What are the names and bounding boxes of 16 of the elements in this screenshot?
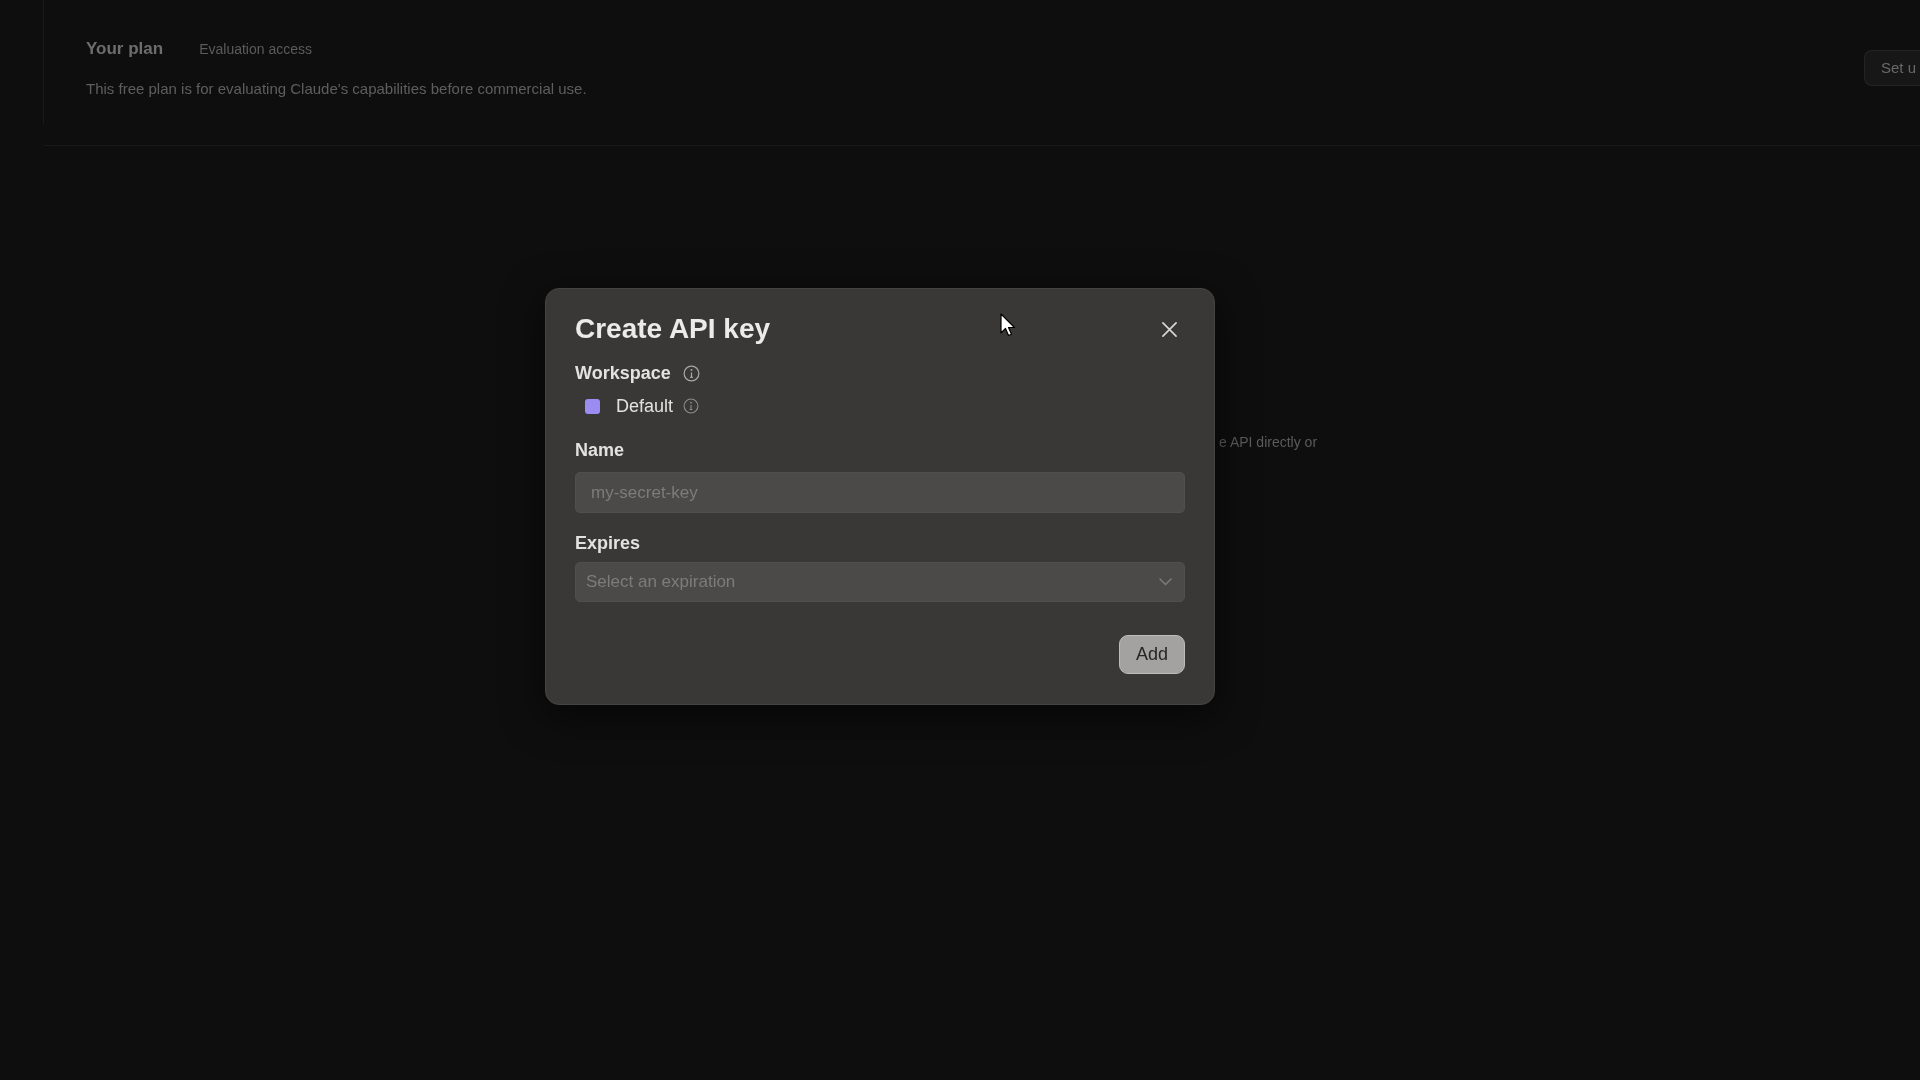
field-label: Expires bbox=[575, 532, 641, 555]
mouse-pointer-icon bbox=[1000, 313, 1016, 337]
add-button[interactable]: Add bbox=[1119, 635, 1185, 674]
setup-button[interactable]: Set u bbox=[1863, 50, 1920, 86]
background-text: e API directly or bbox=[1219, 434, 1318, 450]
info-icon bbox=[682, 364, 700, 382]
plan-access-text: Evaluation access bbox=[199, 40, 312, 59]
workspace-label: Workspace bbox=[575, 361, 671, 385]
chevron-down-icon bbox=[1159, 578, 1172, 586]
field-label: Name bbox=[575, 439, 625, 462]
workspace-name: Default bbox=[616, 394, 674, 418]
dialog-title: Create API key bbox=[575, 315, 771, 343]
info-icon bbox=[683, 398, 700, 414]
close-icon bbox=[1161, 321, 1177, 337]
plan-title: Your plan bbox=[86, 38, 164, 60]
plan-description: This free plan is for evaluating Claude's capabilities before commercial use. bbox=[86, 78, 587, 99]
